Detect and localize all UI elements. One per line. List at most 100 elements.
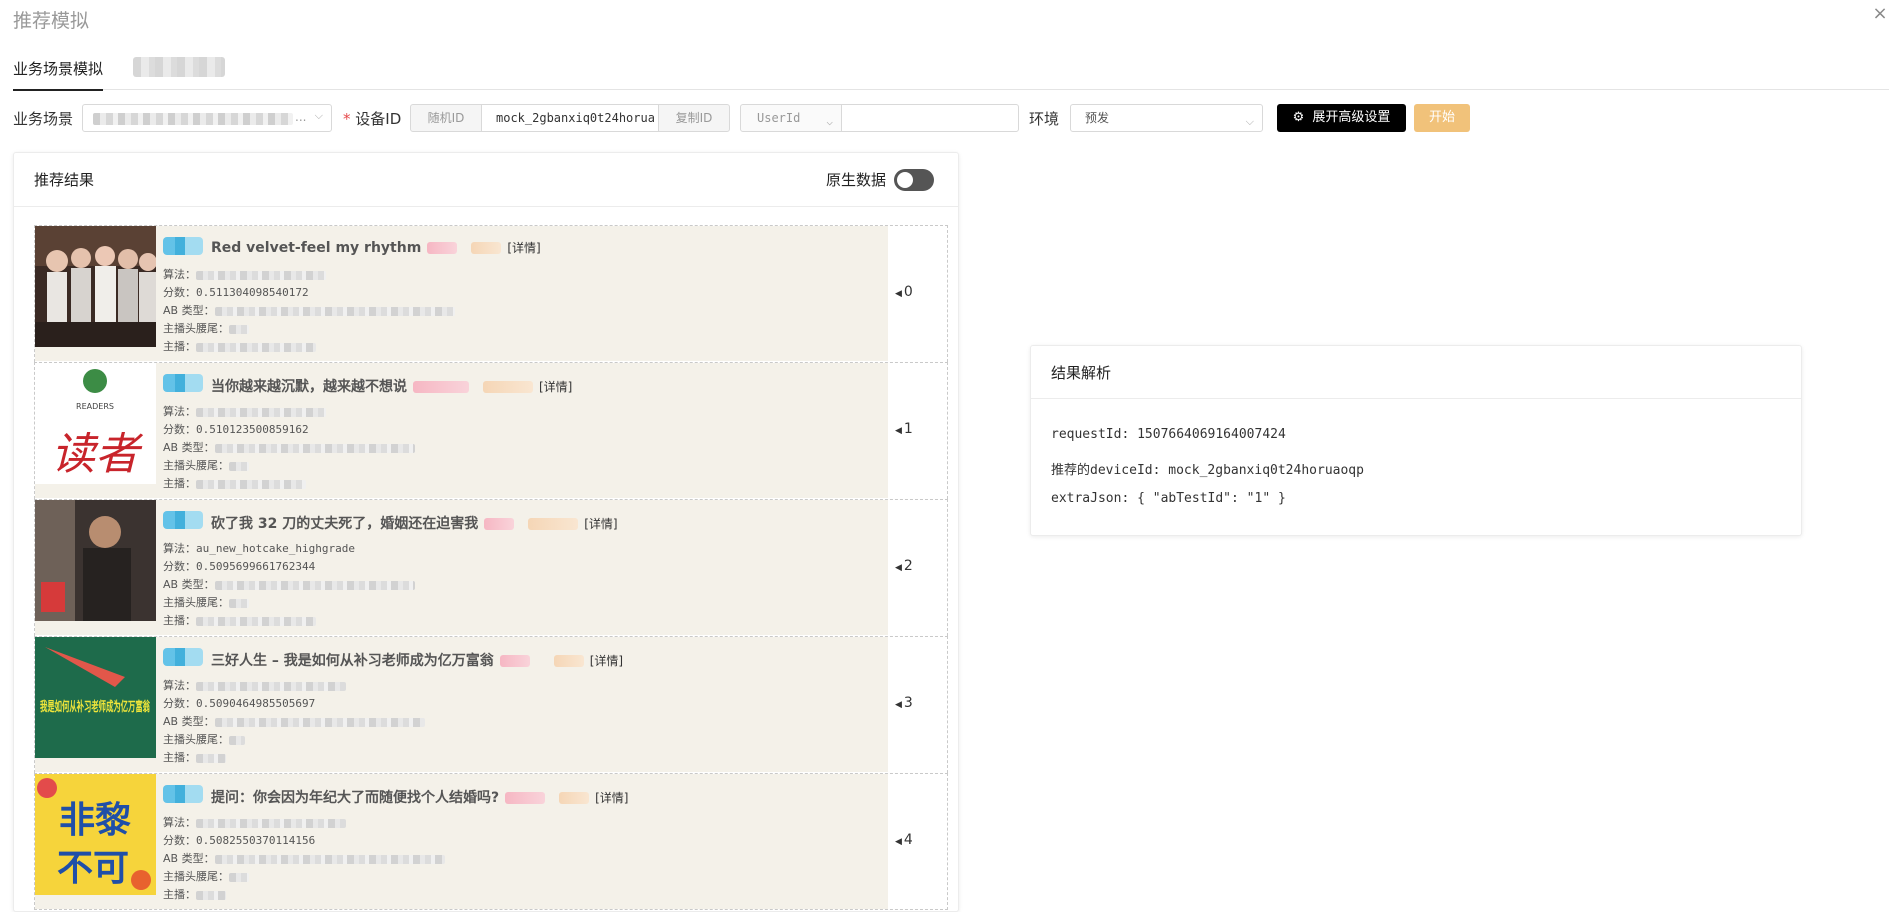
list-item[interactable]: 非黎 不可 提问：你会因为年纪大了而随便找个人结婚吗? [详情] 算法： 分数：0… [34,773,948,910]
raw-data-label: 原生数据 [826,171,887,189]
caret-left-icon: ◀ [895,426,902,436]
chevron-down-icon: ⌵ [826,115,833,128]
score-line: 分数：0.511304098540172 [163,286,309,299]
ab-line: AB 类型： [163,439,415,455]
random-id-button[interactable]: 随机ID [410,104,482,132]
device-id-input[interactable]: mock_2gbanxiq0t24horua [481,104,659,132]
ab-line: AB 类型： [163,576,415,592]
author-avatar [163,374,203,392]
anchor-line: 主播： [163,338,316,354]
anchor-head-line: 主播头腰尾： [163,457,249,473]
detail-link[interactable]: [详情] [584,517,617,531]
scene-label: 业务场景 [13,110,74,128]
cover-image-yellow-poster: 非黎 不可 [35,774,156,895]
tab-bar: 业务场景模拟 [13,52,1889,91]
score-line: 分数：0.5090464985505697 [163,697,316,710]
anchor-line: 主播： [163,886,226,902]
chevron-down-icon: ⌵ [1245,115,1254,128]
device-id-value: mock_2gbanxiq0t24horuaoqp [1168,463,1364,478]
score-line: 分数：0.5082550370114156 [163,834,316,847]
analysis-title: 结果解析 [1031,346,1801,399]
list-item[interactable]: Red velvet-feel my rhythm [详情] 算法： 分数：0.5… [34,225,948,362]
scene-value-blurred [93,113,293,125]
readers-cn-text: 读者 [51,429,144,480]
cover-image-green-poster: 我是如何从补习老师成为亿万富翁 [35,637,156,758]
anchor-head-line: 主播头腰尾： [163,731,245,747]
anchor-head-line: 主播头腰尾： [163,868,249,884]
poster-text-bottom: 不可 [57,848,129,889]
detail-link[interactable]: [详情] [539,380,572,394]
userid-type-value: UserId [757,111,801,125]
scene-value-ellipsis: ... [295,110,307,124]
item-index: ◀ 3 [895,695,913,711]
results-title: 推荐结果 [34,171,95,189]
required-mark: * [343,110,351,128]
list-item[interactable]: 砍了我 32 刀的丈夫死了，婚姻还在迫害我 [详情] 算法：au_new_hotc… [34,499,948,636]
env-value: 预发 [1085,111,1110,125]
device-id-line: 推荐的deviceId: mock_2gbanxiq0t24horuaoqp [1051,463,1364,478]
settings-icon: ⚙ [1292,110,1305,125]
caret-left-icon: ◀ [895,563,902,573]
cover-image-group-photo [35,226,156,347]
device-id-label: * 设备ID [343,108,401,129]
env-select[interactable]: 预发 ⌵ [1070,104,1263,132]
anchor-line: 主播： [163,749,226,765]
userid-type-select[interactable]: UserId ⌵ [740,104,842,132]
userid-input[interactable] [841,104,1019,132]
expand-advanced-button[interactable]: ⚙ 展开高级设置 [1277,104,1406,132]
extra-json-value: { "abTestId": "1" } [1137,491,1286,506]
detail-link[interactable]: [详情] [590,654,623,668]
anchor-head-line: 主播头腰尾： [163,594,249,610]
request-id-value: 1507664069164007424 [1137,427,1286,442]
chevron-down-icon: ⌵ [314,109,323,122]
results-card: 推荐结果 原生数据 Red velvet-feel my rhythm [详情]… [13,152,959,912]
item-title: Red velvet-feel my rhythm [详情] [211,240,541,256]
copy-id-button[interactable]: 复制ID [658,104,730,132]
algo-line: 算法：au_new_hotcake_highgrade [163,542,355,555]
item-index: ◀ 2 [895,558,913,574]
analysis-card: 结果解析 requestId: 1507664069164007424 推荐的d… [1030,345,1802,536]
close-icon[interactable]: × [1870,4,1890,24]
item-index: ◀ 4 [895,832,913,848]
tab-business-scene[interactable]: 业务场景模拟 [13,58,104,91]
caret-left-icon: ◀ [895,837,902,847]
extra-json-line: extraJson: { "abTestId": "1" } [1051,491,1286,506]
anchor-line: 主播： [163,475,306,491]
tab-second[interactable] [133,57,225,77]
modal-title: 推荐模拟 [13,10,90,32]
anchor-head-line: 主播头腰尾： [163,320,249,336]
algo-line: 算法： [163,814,346,830]
item-title: 砍了我 32 刀的丈夫死了，婚姻还在迫害我 [详情] [211,516,618,532]
list-item[interactable]: 我是如何从补习老师成为亿万富翁 三好人生 – 我是如何从补习老师成为亿万富翁[详… [34,636,948,773]
list-item[interactable]: READERS 读者 当你越来越沉默，越来越不想说 [详情] 算法： 分数：0.5… [34,362,948,499]
readers-en-text: READERS [76,402,114,411]
detail-link[interactable]: [详情] [595,791,628,805]
poster-text: 我是如何从补习老师成为亿万富翁 [40,699,151,715]
algo-line: 算法： [163,403,326,419]
author-avatar [163,785,203,803]
author-avatar [163,511,203,529]
algo-line: 算法： [163,266,326,282]
anchor-line: 主播： [163,612,316,628]
caret-left-icon: ◀ [895,700,902,710]
results-card-header: 推荐结果 原生数据 [14,153,958,207]
score-line: 分数：0.510123500859162 [163,423,309,436]
ab-line: AB 类型： [163,302,455,318]
raw-data-toggle[interactable] [894,169,934,191]
poster-text-top: 非黎 [59,800,131,841]
start-button[interactable]: 开始 [1414,104,1470,132]
item-title: 提问：你会因为年纪大了而随便找个人结婚吗? [详情] [211,790,629,806]
item-index: ◀ 1 [895,421,913,437]
caret-left-icon: ◀ [895,289,902,299]
author-avatar [163,648,203,666]
ab-line: AB 类型： [163,713,425,729]
author-avatar [163,237,203,255]
detail-link[interactable]: [详情] [507,241,540,255]
device-id-label-text: 设备ID [355,110,402,128]
cover-image-readers-logo: READERS 读者 [35,363,156,484]
ab-line: AB 类型： [163,850,445,866]
scene-select[interactable]: ... ⌵ [82,104,332,132]
expand-advanced-label: 展开高级设置 [1312,110,1391,125]
result-list: Red velvet-feel my rhythm [详情] 算法： 分数：0.5… [34,225,948,910]
item-index: ◀ 0 [895,284,913,300]
